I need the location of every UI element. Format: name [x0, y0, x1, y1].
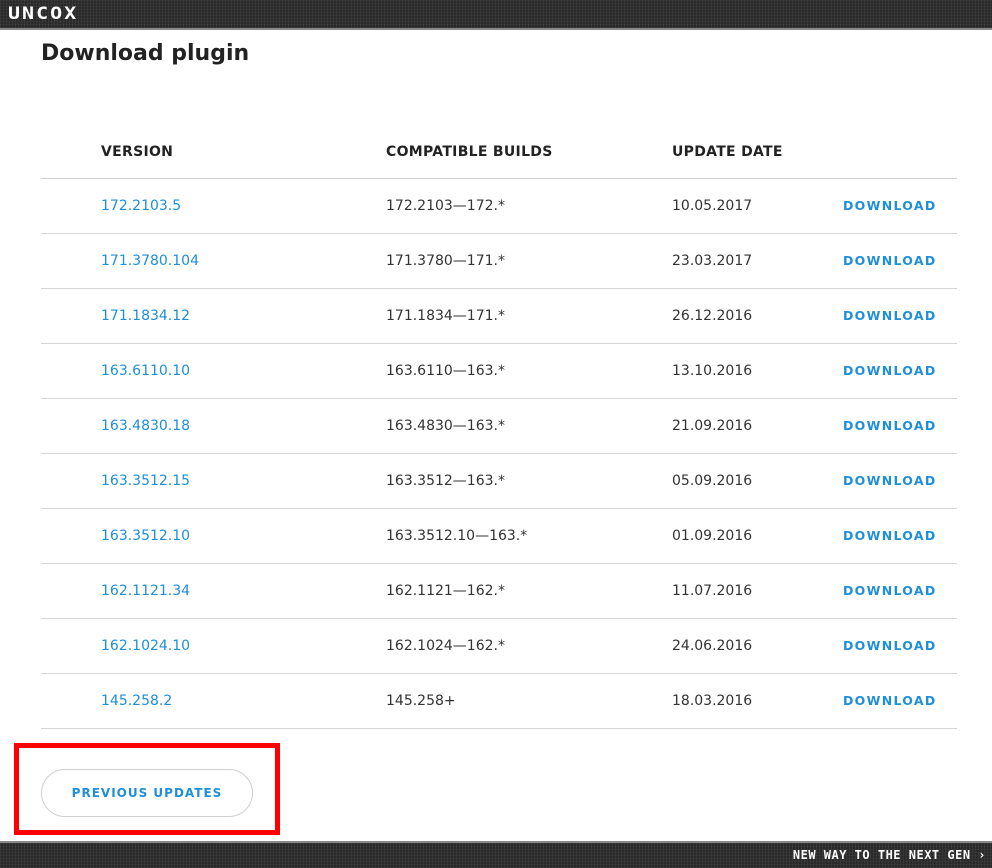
compatible-builds-cell: 171.3780—171.* [386, 253, 505, 269]
plugin-versions-table: VERSION COMPATIBLE BUILDS UPDATE DATE 17… [41, 126, 957, 729]
download-link[interactable]: DOWNLOAD [843, 619, 937, 673]
update-date-cell: 26.12.2016 [672, 308, 753, 324]
compatible-builds-cell: 162.1121—162.* [386, 583, 505, 599]
version-link[interactable]: 171.3780.104 [101, 234, 199, 288]
update-date-cell: 10.05.2017 [672, 198, 753, 214]
previous-updates-button[interactable]: PREVIOUS UPDATES [41, 769, 253, 817]
table-row: 172.2103.5 172.2103—172.* 10.05.2017 DOWNLO… [41, 179, 957, 234]
bottom-banner: NEW WAY TO THE NEXT GEN › [0, 841, 992, 868]
table-row: 163.3512.15 163.3512—163.* 05.09.2016 DOWNL… [41, 454, 957, 509]
table-row: 163.4830.18 163.4830—163.* 21.09.2016 DOWNL… [41, 399, 957, 454]
download-link[interactable]: DOWNLOAD [843, 289, 937, 343]
table-header-row: VERSION COMPATIBLE BUILDS UPDATE DATE [41, 126, 957, 179]
column-header-version: VERSION [101, 144, 174, 160]
top-banner: UNCOX [0, 0, 992, 30]
table-row: 145.258.2 145.258+ 18.03.2016 DOWNLOAD [41, 674, 957, 729]
version-link[interactable]: 145.258.2 [101, 674, 172, 728]
update-date-cell: 21.09.2016 [672, 418, 753, 434]
uncox-logo: UNCOX [8, 2, 79, 24]
table-row: 162.1121.34 162.1121—162.* 11.07.2016 DOWNL… [41, 564, 957, 619]
compatible-builds-cell: 163.3512.10—163.* [386, 528, 528, 544]
table-row: 171.3780.104 171.3780—171.* 23.03.2017 DOWN… [41, 234, 957, 289]
update-date-cell: 24.06.2016 [672, 638, 753, 654]
update-date-cell: 01.09.2016 [672, 528, 753, 544]
version-link[interactable]: 171.1834.12 [101, 289, 190, 343]
update-date-cell: 23.03.2017 [672, 253, 753, 269]
update-date-cell: 18.03.2016 [672, 693, 753, 709]
table-row: 162.1024.10 162.1024—162.* 24.06.2016 DOWNL… [41, 619, 957, 674]
version-link[interactable]: 163.6110.10 [101, 344, 190, 398]
column-header-update-date: UPDATE DATE [672, 144, 783, 160]
update-date-cell: 13.10.2016 [672, 363, 753, 379]
update-date-cell: 05.09.2016 [672, 473, 753, 489]
download-link[interactable]: DOWNLOAD [843, 564, 937, 618]
version-link[interactable]: 163.4830.18 [101, 399, 190, 453]
compatible-builds-cell: 172.2103—172.* [386, 198, 505, 214]
table-row: 163.6110.10 163.6110—163.* 13.10.2016 DOWNL… [41, 344, 957, 399]
compatible-builds-cell: 163.6110—163.* [386, 363, 505, 379]
compatible-builds-cell: 162.1024—162.* [386, 638, 505, 654]
page-title: Download plugin [41, 41, 250, 66]
download-link[interactable]: DOWNLOAD [843, 454, 937, 508]
compatible-builds-cell: 145.258+ [386, 693, 456, 709]
compatible-builds-cell: 163.3512—163.* [386, 473, 505, 489]
version-link[interactable]: 163.3512.15 [101, 454, 190, 508]
table-row: 163.3512.10 163.3512.10—163.* 01.09.2016 DO… [41, 509, 957, 564]
footer-tagline: NEW WAY TO THE NEXT GEN › [792, 848, 986, 862]
version-link[interactable]: 162.1024.10 [101, 619, 190, 673]
compatible-builds-cell: 163.4830—163.* [386, 418, 505, 434]
table-row: 171.1834.12 171.1834—171.* 26.12.2016 DOWNL… [41, 289, 957, 344]
download-link[interactable]: DOWNLOAD [843, 344, 937, 398]
download-link[interactable]: DOWNLOAD [843, 234, 937, 288]
compatible-builds-cell: 171.1834—171.* [386, 308, 505, 324]
column-header-compatible-builds: COMPATIBLE BUILDS [386, 144, 553, 160]
version-link[interactable]: 163.3512.10 [101, 509, 190, 563]
version-link[interactable]: 172.2103.5 [101, 179, 181, 233]
version-link[interactable]: 162.1121.34 [101, 564, 190, 618]
download-link[interactable]: DOWNLOAD [843, 674, 937, 728]
download-link[interactable]: DOWNLOAD [843, 179, 937, 233]
download-link[interactable]: DOWNLOAD [843, 509, 937, 563]
update-date-cell: 11.07.2016 [672, 583, 753, 599]
download-link[interactable]: DOWNLOAD [843, 399, 937, 453]
